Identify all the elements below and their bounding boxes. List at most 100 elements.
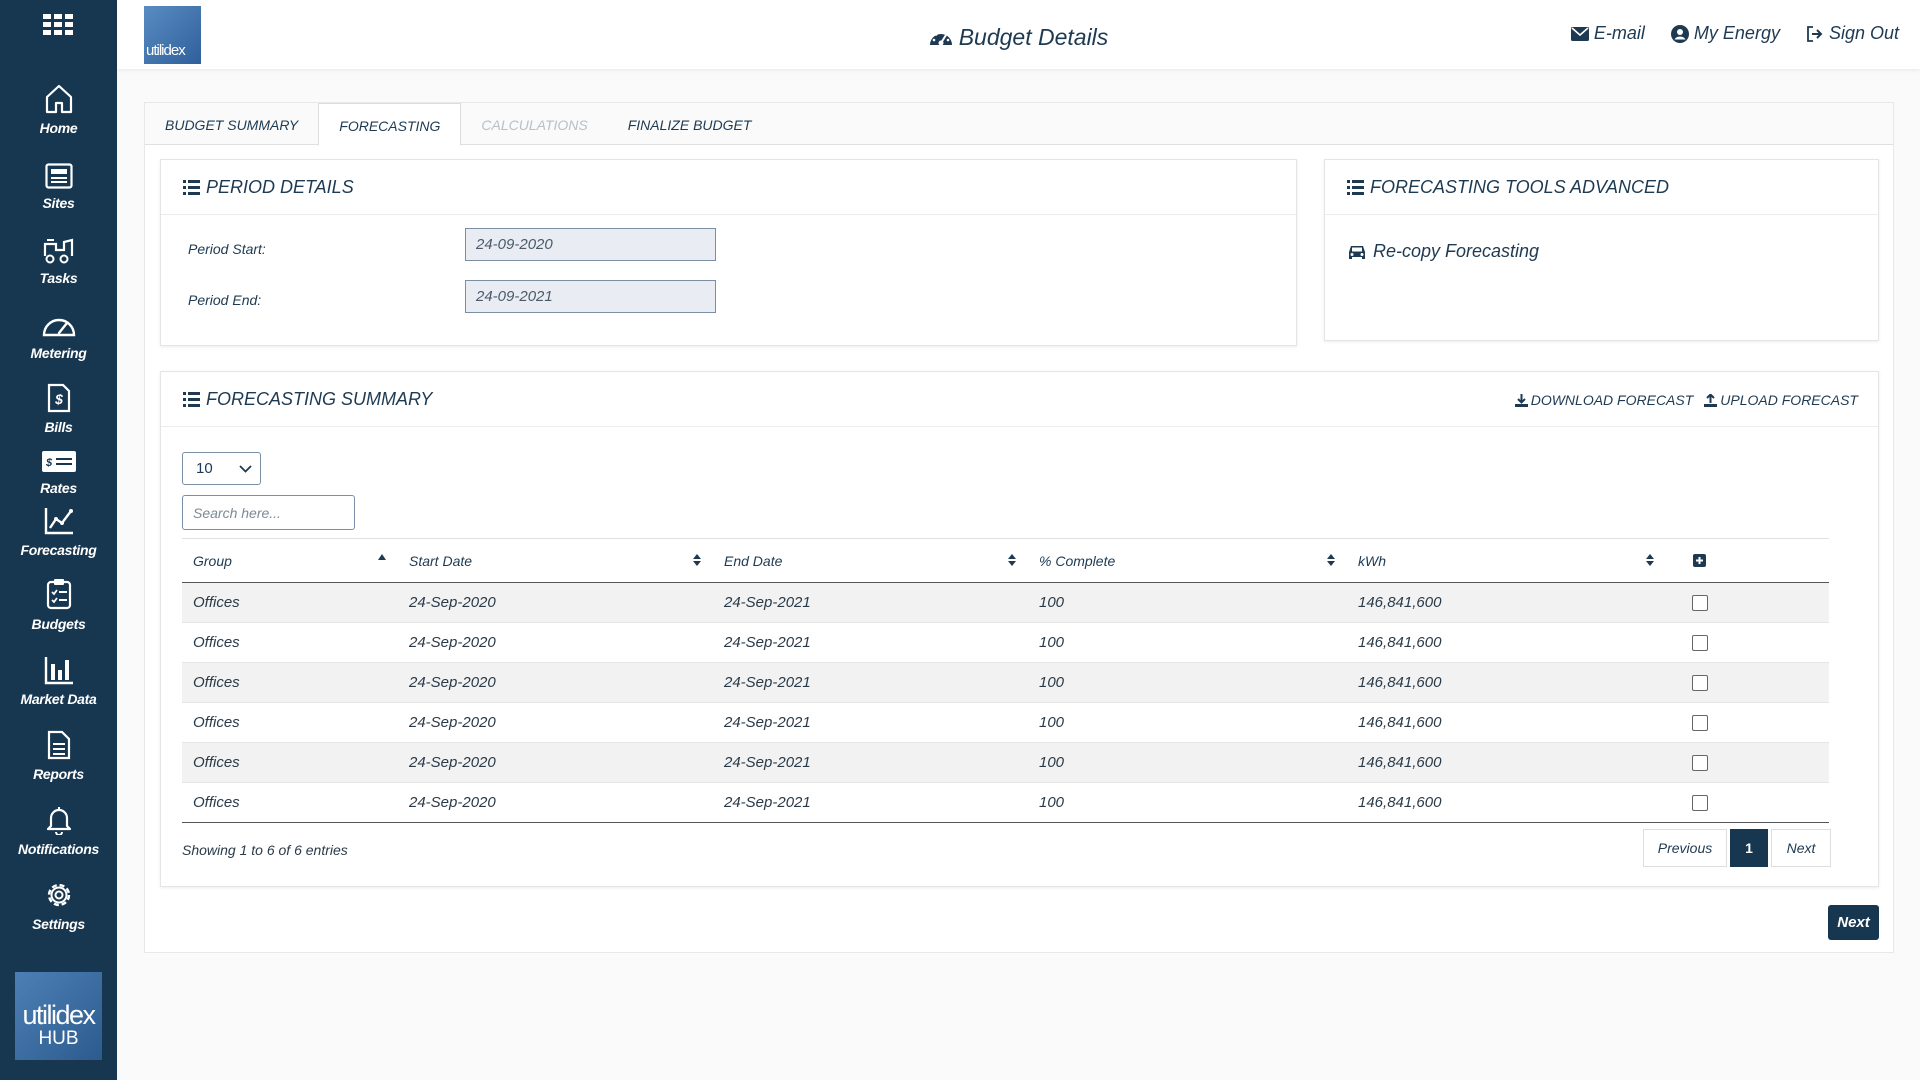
tab-forecasting[interactable]: FORECASTING xyxy=(318,103,462,146)
page-length-select[interactable]: 10 xyxy=(182,452,261,485)
upload-forecast-link[interactable]: UPLOAD FORECAST xyxy=(1704,392,1858,408)
cell-end-date: 24-Sep-2021 xyxy=(713,622,1028,663)
sidebar-item-settings[interactable]: Settings xyxy=(0,874,117,948)
cell-end-date: 24-Sep-2021 xyxy=(713,582,1028,623)
page-title-text: Budget Details xyxy=(958,24,1109,50)
forecasting-summary-title: FORECASTING SUMMARY xyxy=(206,388,433,409)
column-header-kwh[interactable]: kWh xyxy=(1347,538,1666,583)
forecasting-tools-header: FORECASTING TOOLS ADVANCED xyxy=(1325,160,1878,215)
sites-icon xyxy=(44,163,73,189)
rates-icon: $ xyxy=(41,451,76,472)
bar-chart-icon xyxy=(44,657,73,685)
sidebar-item-market-data[interactable]: Market Data xyxy=(0,649,117,723)
cell-percent-complete: 100 xyxy=(1028,702,1347,743)
chevron-down-icon xyxy=(239,465,252,473)
period-end-label: Period End: xyxy=(188,292,262,308)
hub-logo-text: utilidex xyxy=(22,1000,96,1030)
cell-percent-complete: 100 xyxy=(1028,742,1347,783)
sidebar: Home Sites Tasks Metering $ Bills $ Rate… xyxy=(0,0,117,1080)
column-header-label: Group xyxy=(193,552,232,569)
sort-icon xyxy=(1008,554,1016,566)
cell-select xyxy=(1666,742,1829,783)
period-start-input[interactable]: 24-09-2020 xyxy=(465,228,716,261)
period-start-label: Period Start: xyxy=(188,241,266,257)
cell-group: Offices xyxy=(182,702,398,743)
cell-start-date: 24-Sep-2020 xyxy=(398,662,713,703)
sort-icon xyxy=(1327,554,1335,566)
pagination-previous-button[interactable]: Previous xyxy=(1643,829,1727,867)
cell-percent-complete: 100 xyxy=(1028,662,1347,703)
cell-kwh: 146,841,600 xyxy=(1347,782,1666,823)
sidebar-item-sites[interactable]: Sites xyxy=(0,153,117,227)
download-icon xyxy=(1514,393,1528,407)
column-header-percent-complete[interactable]: % Complete xyxy=(1028,538,1347,583)
sidebar-item-notifications[interactable]: Notifications xyxy=(0,799,117,873)
sidebar-item-label: Tasks xyxy=(39,270,78,286)
list-icon xyxy=(183,391,200,407)
row-checkbox[interactable] xyxy=(1692,794,1708,811)
sort-asc-icon xyxy=(378,554,386,560)
sidebar-item-forecasting[interactable]: Forecasting xyxy=(0,500,117,574)
cell-select xyxy=(1666,702,1829,743)
sidebar-item-tasks[interactable]: Tasks xyxy=(0,228,117,302)
period-end-input[interactable]: 24-09-2021 xyxy=(465,280,716,313)
cell-group: Offices xyxy=(182,622,398,663)
upload-icon xyxy=(1704,393,1718,407)
column-header-label: kWh xyxy=(1358,552,1386,569)
sidebar-item-home[interactable]: Home xyxy=(0,78,117,152)
my-energy-link-label: My Energy xyxy=(1693,23,1780,43)
apps-grid-icon[interactable] xyxy=(43,14,73,36)
column-header-select[interactable] xyxy=(1666,538,1829,583)
utilidex-hub-logo[interactable]: utilidex HUB xyxy=(15,972,102,1060)
cell-start-date: 24-Sep-2020 xyxy=(398,742,713,783)
row-checkbox[interactable] xyxy=(1692,594,1708,611)
tab-finalize-budget[interactable]: FINALIZE BUDGET xyxy=(608,103,772,145)
cell-percent-complete: 100 xyxy=(1028,622,1347,663)
pagination-next-button[interactable]: Next xyxy=(1771,829,1831,867)
row-checkbox[interactable] xyxy=(1692,754,1708,771)
envelope-icon xyxy=(1570,26,1589,41)
email-link[interactable]: E-mail xyxy=(1570,23,1645,44)
gear-icon xyxy=(47,883,70,907)
table-info: Showing 1 to 6 of 6 entries xyxy=(182,842,348,858)
car-icon xyxy=(1349,245,1365,259)
cell-start-date: 24-Sep-2020 xyxy=(398,622,713,663)
row-checkbox[interactable] xyxy=(1692,674,1708,691)
period-details-header: PERIOD DETAILS xyxy=(161,160,1296,215)
sidebar-item-label: Reports xyxy=(33,766,84,782)
row-checkbox[interactable] xyxy=(1692,634,1708,651)
sign-out-link[interactable]: Sign Out xyxy=(1806,23,1899,44)
recopy-forecasting-link[interactable]: Re-copy Forecasting xyxy=(1347,241,1539,262)
report-icon xyxy=(47,730,70,760)
my-energy-link[interactable]: My Energy xyxy=(1670,23,1780,44)
bell-icon xyxy=(46,807,71,835)
row-checkbox[interactable] xyxy=(1692,714,1708,731)
forecasting-tools-card: FORECASTING TOOLS ADVANCED Re-copy Forec… xyxy=(1324,159,1879,341)
table-row: Offices 24-Sep-2020 24-Sep-2021 100 146,… xyxy=(182,582,1829,623)
dashboard-gauge-icon xyxy=(929,30,952,45)
sidebar-item-label: Forecasting xyxy=(20,542,97,558)
column-header-end-date[interactable]: End Date xyxy=(713,538,1028,583)
cell-percent-complete: 100 xyxy=(1028,782,1347,823)
sidebar-item-reports[interactable]: Reports xyxy=(0,724,117,798)
column-header-group[interactable]: Group xyxy=(182,538,398,583)
sidebar-item-label: Budgets xyxy=(31,616,86,632)
page-length-value: 10 xyxy=(196,460,213,477)
tab-budget-summary[interactable]: BUDGET SUMMARY xyxy=(145,103,318,145)
search-input[interactable]: Search here... xyxy=(182,495,355,530)
sidebar-item-metering[interactable]: Metering xyxy=(0,303,117,377)
user-circle-icon xyxy=(1670,24,1689,43)
column-header-start-date[interactable]: Start Date xyxy=(398,538,713,583)
cell-kwh: 146,841,600 xyxy=(1347,622,1666,663)
period-details-card: PERIOD DETAILS Period Start: 24-09-2020 … xyxy=(160,159,1297,346)
email-link-label: E-mail xyxy=(1593,23,1645,43)
svg-text:$: $ xyxy=(44,457,52,469)
list-icon xyxy=(183,179,200,195)
cell-group: Offices xyxy=(182,782,398,823)
next-step-button[interactable]: Next xyxy=(1828,905,1879,940)
cell-group: Offices xyxy=(182,582,398,623)
download-forecast-link[interactable]: DOWNLOAD FORECAST xyxy=(1514,392,1693,408)
sidebar-item-budgets[interactable]: Budgets xyxy=(0,574,117,648)
cell-kwh: 146,841,600 xyxy=(1347,582,1666,623)
pagination-page-button[interactable]: 1 xyxy=(1730,829,1768,867)
